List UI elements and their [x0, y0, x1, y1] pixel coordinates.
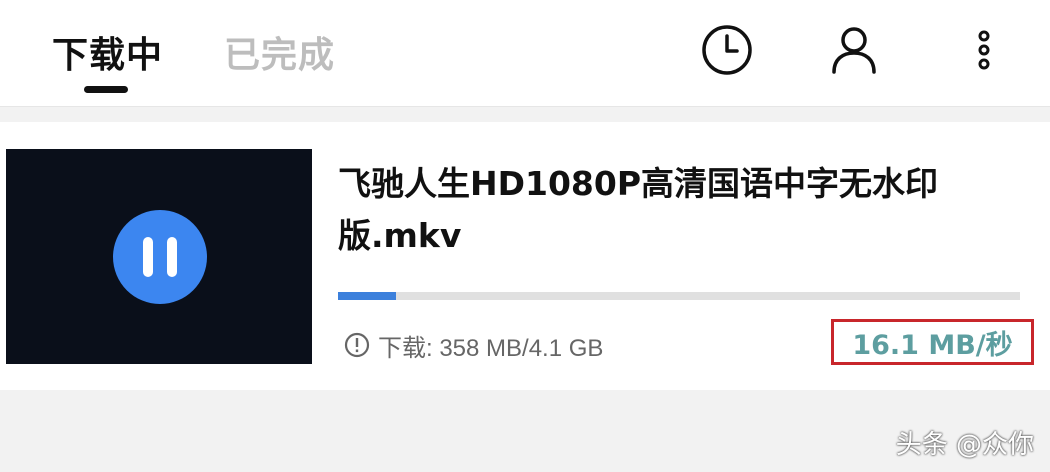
tab-downloading[interactable]: 下载中	[52, 26, 163, 78]
clock-icon[interactable]	[697, 22, 757, 78]
pause-icon	[143, 237, 153, 277]
pause-button[interactable]	[113, 210, 207, 304]
more-vertical-icon[interactable]	[954, 22, 1014, 78]
download-progress-fill	[338, 292, 396, 300]
speed-highlight-box: 16.1 MB/秒	[831, 319, 1034, 365]
user-icon[interactable]	[824, 22, 884, 78]
info-icon	[344, 332, 370, 358]
watermark: 头条 @众你	[895, 430, 1034, 460]
file-title: 飞驰人生HD1080P高清国语中字无水印版.mkv	[338, 164, 939, 255]
tab-completed[interactable]: 已完成	[224, 26, 335, 78]
download-size-text: 下载: 358 MB/4.1 GB	[378, 334, 604, 362]
top-bar: 下载中 已完成	[0, 0, 1050, 107]
download-speed: 16.1 MB/秒	[852, 329, 1013, 361]
download-item[interactable]: 飞驰人生HD1080P高清国语中字无水印版.mkv 下载: 358 MB/4.1…	[0, 122, 1050, 390]
active-tab-indicator	[84, 86, 128, 93]
download-progress-bar	[338, 292, 1020, 300]
video-thumbnail	[6, 149, 312, 364]
download-status: 下载: 358 MB/4.1 GB	[344, 328, 603, 362]
